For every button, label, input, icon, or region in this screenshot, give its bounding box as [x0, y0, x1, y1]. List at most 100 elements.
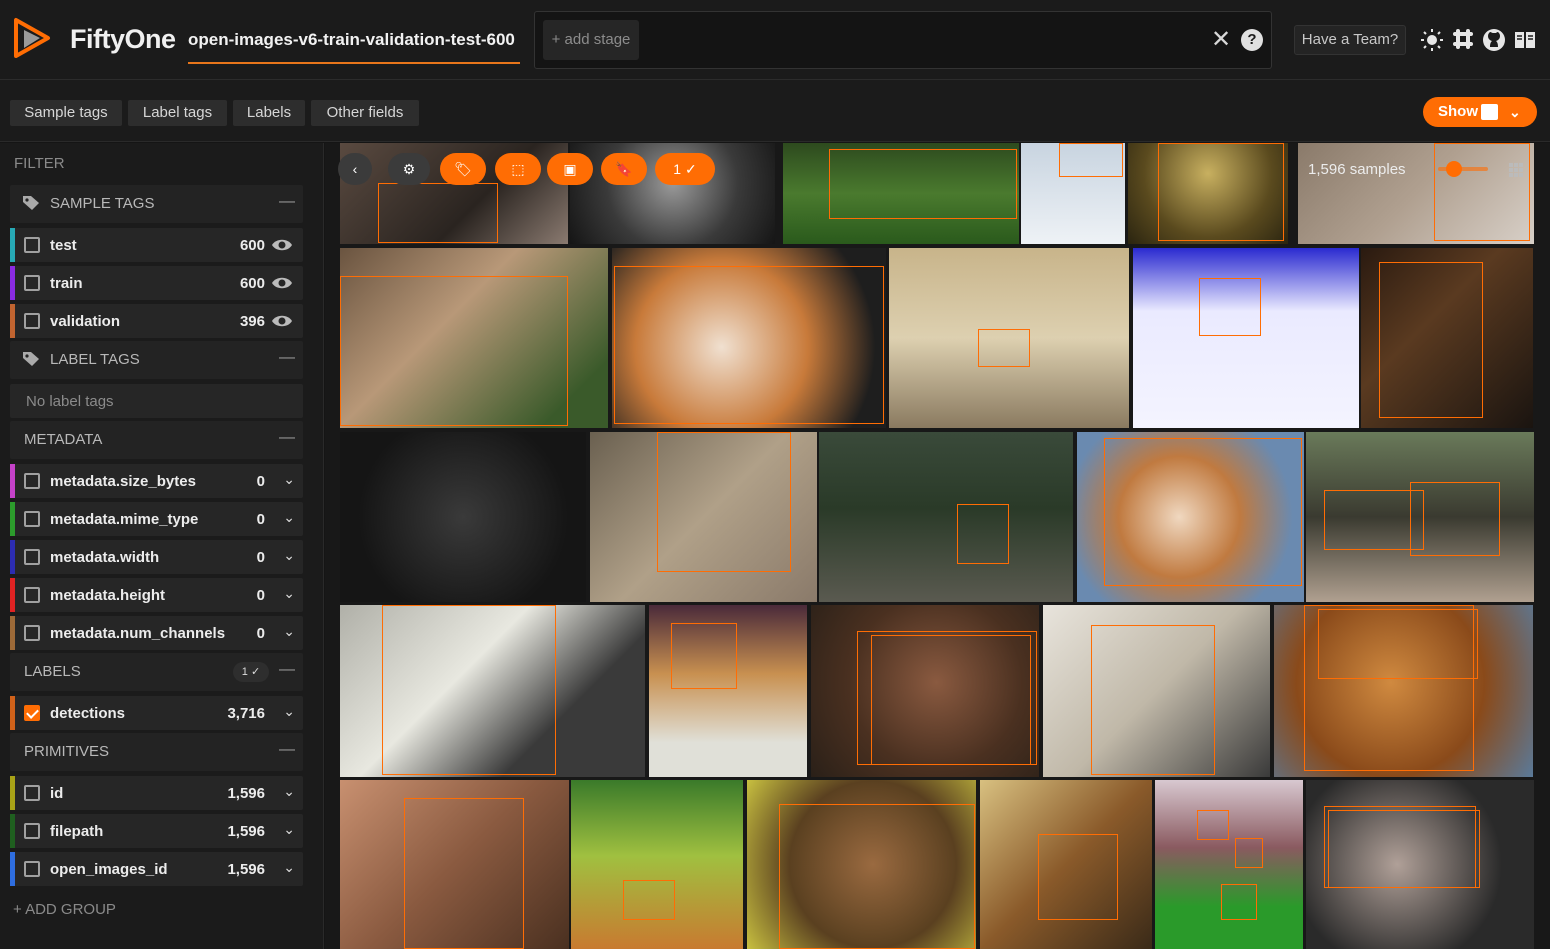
- labels-selected-badge[interactable]: 1 ✓: [233, 662, 269, 682]
- group-metadata[interactable]: METADATA —: [10, 421, 303, 459]
- filter-row-metadata-num-channels[interactable]: metadata.num_channels 0 ⌄: [10, 616, 303, 650]
- checkbox[interactable]: [24, 861, 40, 877]
- fiftyone-logo-icon[interactable]: [10, 16, 54, 60]
- chevron-left-icon[interactable]: ‹: [338, 153, 372, 185]
- have-a-team-button[interactable]: Have a Team?: [1294, 25, 1406, 55]
- checkbox[interactable]: [24, 785, 40, 801]
- group-primitives[interactable]: PRIMITIVES —: [10, 733, 303, 771]
- github-icon[interactable]: [1482, 28, 1506, 52]
- collapse-icon[interactable]: —: [279, 429, 295, 447]
- sample-tile[interactable]: [649, 605, 807, 777]
- collapse-icon[interactable]: —: [279, 193, 295, 211]
- chevron-down-icon[interactable]: ⌄: [283, 547, 295, 564]
- checkbox[interactable]: [24, 275, 40, 291]
- tag-icon[interactable]: 🏷: [440, 153, 486, 185]
- sample-tile[interactable]: [980, 780, 1152, 949]
- sample-tile[interactable]: [340, 432, 586, 602]
- checkbox[interactable]: [24, 705, 40, 721]
- sample-tile[interactable]: [1021, 143, 1125, 244]
- chevron-down-icon[interactable]: ⌄: [283, 821, 295, 838]
- checkbox[interactable]: [24, 237, 40, 253]
- checkbox[interactable]: [24, 549, 40, 565]
- sample-tile[interactable]: [1043, 605, 1270, 777]
- sample-tile[interactable]: [590, 432, 817, 602]
- sample-tile[interactable]: [612, 248, 886, 428]
- gear-icon[interactable]: ⚙: [388, 153, 430, 185]
- chevron-down-icon[interactable]: ⌄: [283, 703, 295, 720]
- chevron-down-icon[interactable]: ⌄: [283, 509, 295, 526]
- eye-icon[interactable]: [271, 312, 293, 330]
- sample-tile[interactable]: [1274, 605, 1533, 777]
- zoom-slider[interactable]: [1438, 161, 1488, 177]
- sample-tile[interactable]: [1306, 432, 1534, 602]
- bookmark-icon[interactable]: 🔖: [601, 153, 647, 185]
- checkbox[interactable]: [24, 313, 40, 329]
- checkbox[interactable]: [24, 587, 40, 603]
- grid-view-icon[interactable]: [1509, 163, 1524, 178]
- docs-icon[interactable]: [1513, 28, 1537, 52]
- close-icon[interactable]: ✕: [1209, 28, 1233, 52]
- patches-icon[interactable]: ⬚: [495, 153, 541, 185]
- dataset-selector[interactable]: open-images-v6-train-validation-test-600: [188, 28, 520, 64]
- filter-row-metadata-size-bytes[interactable]: metadata.size_bytes 0 ⌄: [10, 464, 303, 498]
- sample-tile[interactable]: [571, 780, 743, 949]
- group-sample-tags[interactable]: SAMPLE TAGS —: [10, 185, 303, 223]
- sample-tile[interactable]: [340, 780, 569, 949]
- slack-icon[interactable]: [1451, 28, 1475, 52]
- checkbox[interactable]: [24, 511, 40, 527]
- sample-tile[interactable]: [1128, 143, 1288, 244]
- filter-row-validation[interactable]: validation 396: [10, 304, 303, 338]
- collapse-icon[interactable]: —: [279, 741, 295, 759]
- show-button[interactable]: Show ⌄: [1423, 97, 1537, 127]
- sample-tile[interactable]: [819, 432, 1073, 602]
- tab-labels[interactable]: Labels: [233, 100, 305, 126]
- sample-tile[interactable]: [340, 605, 645, 777]
- view-bar[interactable]: + add stage ✕ ?: [534, 11, 1272, 69]
- filter-row-filepath[interactable]: filepath 1,596 ⌄: [10, 814, 303, 848]
- slider-handle[interactable]: [1446, 161, 1462, 177]
- sample-tile[interactable]: [1155, 780, 1303, 949]
- sample-tile[interactable]: [783, 143, 1019, 244]
- eye-icon[interactable]: [271, 236, 293, 254]
- sample-tile[interactable]: [747, 780, 976, 949]
- checkbox[interactable]: [24, 473, 40, 489]
- filter-row-test[interactable]: test 600: [10, 228, 303, 262]
- theme-icon[interactable]: [1420, 28, 1444, 52]
- sample-tile[interactable]: [1361, 248, 1533, 428]
- chevron-down-icon[interactable]: ⌄: [283, 471, 295, 488]
- sample-tile[interactable]: [811, 605, 1039, 777]
- filter-row-detections[interactable]: detections 3,716 ⌄: [10, 696, 303, 730]
- filter-row-metadata-width[interactable]: metadata.width 0 ⌄: [10, 540, 303, 574]
- chevron-down-icon[interactable]: ⌄: [283, 585, 295, 602]
- brand-name[interactable]: FiftyOne: [70, 24, 176, 55]
- selected-count-badge[interactable]: 1 ✓: [655, 153, 715, 185]
- sample-tile[interactable]: [1133, 248, 1359, 428]
- chevron-down-icon[interactable]: ⌄: [283, 783, 295, 800]
- filter-row-train[interactable]: train 600: [10, 266, 303, 300]
- filter-row-metadata-mime-type[interactable]: metadata.mime_type 0 ⌄: [10, 502, 303, 536]
- sample-tile[interactable]: [1077, 432, 1304, 602]
- add-group-button[interactable]: + ADD GROUP: [13, 901, 116, 918]
- image-icon[interactable]: ▣: [547, 153, 593, 185]
- sample-tile[interactable]: [889, 248, 1129, 428]
- sample-tile[interactable]: [340, 248, 608, 428]
- filter-row-id[interactable]: id 1,596 ⌄: [10, 776, 303, 810]
- tab-sample-tags[interactable]: Sample tags: [10, 100, 122, 126]
- group-label-tags[interactable]: LABEL TAGS —: [10, 341, 303, 379]
- tab-other-fields[interactable]: Other fields: [311, 100, 419, 126]
- checkbox[interactable]: [24, 625, 40, 641]
- help-icon[interactable]: ?: [1241, 29, 1263, 51]
- collapse-icon[interactable]: —: [279, 661, 295, 679]
- eye-icon[interactable]: [271, 274, 293, 292]
- chevron-down-icon[interactable]: ⌄: [283, 859, 295, 876]
- filter-row-open-images-id[interactable]: open_images_id 1,596 ⌄: [10, 852, 303, 886]
- checkbox[interactable]: [24, 823, 40, 839]
- sample-tile[interactable]: [1306, 780, 1534, 949]
- add-stage-input[interactable]: + add stage: [543, 20, 639, 60]
- group-labels[interactable]: LABELS 1 ✓ —: [10, 653, 303, 691]
- sample-tile[interactable]: [1298, 143, 1534, 244]
- tab-label-tags[interactable]: Label tags: [128, 100, 227, 126]
- filter-row-metadata-height[interactable]: metadata.height 0 ⌄: [10, 578, 303, 612]
- collapse-icon[interactable]: —: [279, 349, 295, 367]
- chevron-down-icon[interactable]: ⌄: [283, 623, 295, 640]
